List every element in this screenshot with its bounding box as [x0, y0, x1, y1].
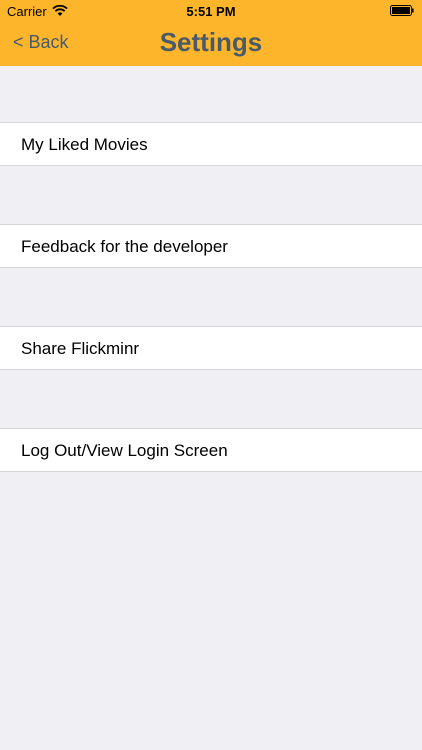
top-bar: Carrier 5:51 PM < Back Settings [0, 0, 422, 66]
settings-item-feedback[interactable]: Feedback for the developer [0, 224, 422, 268]
settings-item-log-out[interactable]: Log Out/View Login Screen [0, 428, 422, 472]
settings-item-label: Share Flickminr [21, 339, 140, 358]
navigation-bar: < Back Settings [0, 22, 422, 66]
battery-icon [390, 5, 414, 16]
settings-item-share[interactable]: Share Flickminr [0, 326, 422, 370]
settings-item-my-liked-movies[interactable]: My Liked Movies [0, 122, 422, 166]
settings-item-label: Log Out/View Login Screen [21, 441, 228, 460]
status-bar: Carrier 5:51 PM [0, 0, 422, 22]
clock: 5:51 PM [186, 4, 236, 19]
page-title: Settings [159, 27, 263, 57]
settings-item-label: Feedback for the developer [21, 237, 228, 256]
settings-item-label: My Liked Movies [21, 135, 148, 154]
